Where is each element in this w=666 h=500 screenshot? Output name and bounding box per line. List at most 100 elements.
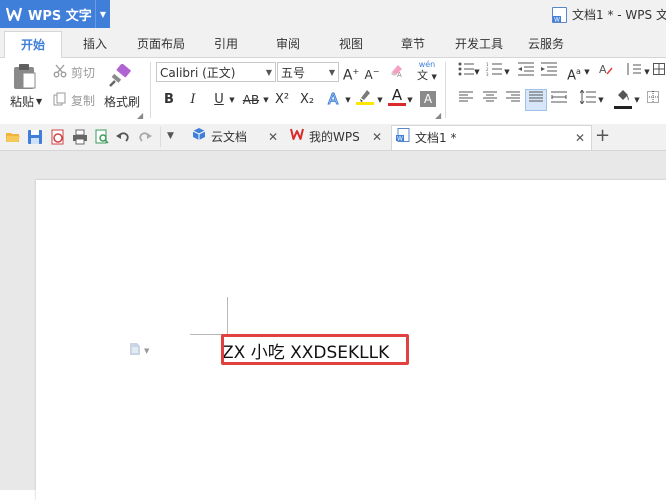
superscript-button[interactable]: X² [272,90,292,110]
paste-button[interactable]: 粘贴 ▼ [10,93,42,110]
clipboard-icon[interactable] [10,62,42,92]
distributed-align-icon[interactable] [549,90,569,110]
decrease-indent-icon[interactable] [516,62,536,82]
close-icon[interactable]: ✕ [575,126,585,150]
new-tab-plus-icon[interactable]: + [595,126,610,146]
borders-icon[interactable] [645,90,661,110]
cut-button[interactable]: 剪切 [53,64,95,81]
print-icon[interactable] [72,129,88,145]
print-preview-icon[interactable] [94,129,110,145]
cut-label: 剪切 [71,66,96,80]
line-list-icon[interactable] [622,62,644,82]
justify-icon[interactable] [525,89,547,111]
paragraph-handle[interactable]: ▼ [129,342,149,359]
document-icon [129,342,141,359]
pinyin-guide-button[interactable]: wén 文 ▼ [412,60,442,82]
numbered-list-icon[interactable]: 123 [484,62,504,82]
window-title: W 文档1 * - WPS 文字 [552,6,666,23]
font-size-value: 五号 [281,66,306,80]
align-center-icon[interactable] [480,90,500,110]
chevron-down-icon: ▼ [265,68,272,77]
chinese-layout-icon[interactable]: A [596,62,616,82]
chevron-down-icon: ▼ [144,346,150,355]
wps-logo-icon [290,125,304,149]
chevron-down-icon[interactable]: ▼ [95,0,110,28]
format-painter-icon[interactable] [108,63,136,89]
grow-font-button[interactable]: A+ [342,62,360,84]
shrink-font-label: A [364,68,373,82]
increase-indent-icon[interactable] [539,62,559,82]
align-left-icon[interactable] [456,90,476,110]
font-name-value: Calibri (正文) [160,66,236,80]
chevron-down-icon[interactable]: ▼ [583,62,591,82]
change-case-icon[interactable]: Aa [564,62,584,83]
redo-icon[interactable] [137,129,153,145]
tab-review[interactable]: 审阅 [268,31,308,57]
line-spacing-icon[interactable] [578,89,598,110]
chevron-down-icon: ▼ [36,97,43,106]
chevron-down-icon[interactable]: ▼ [228,90,236,110]
font-size-select[interactable]: 五号 ▼ [277,62,339,82]
chevron-down-icon[interactable]: ▼ [262,90,270,110]
chevron-down-icon[interactable]: ▼ [473,62,481,82]
align-right-icon[interactable] [503,90,523,110]
shrink-font-button[interactable]: A− [363,62,381,82]
app-name: WPS 文字 [28,8,92,24]
table-grid-icon[interactable] [652,62,666,82]
format-painter-button[interactable]: 格式刷 [104,93,140,110]
word-doc-icon: W [396,126,410,150]
shading-color-bar [614,106,632,109]
paste-label: 粘贴 [10,95,35,109]
export-pdf-icon[interactable] [50,129,66,145]
chevron-down-icon[interactable]: ▼ [376,90,384,110]
cube-icon [192,125,206,149]
character-shading-button[interactable]: A [420,91,436,107]
pinyin-char-icon: 文 ▼ [417,69,437,82]
save-icon[interactable] [27,129,43,145]
bold-button[interactable]: B [160,90,178,110]
chevron-down-icon[interactable]: ▼ [167,131,183,147]
separator [150,62,151,118]
copy-button[interactable]: 复制 [53,92,95,109]
underline-button[interactable]: U [210,90,228,110]
tab-chapter[interactable]: 章节 [393,31,433,57]
tab-developer[interactable]: 开发工具 [449,31,509,57]
strikethrough-button[interactable]: AB [240,90,262,110]
app-menu-button[interactable]: WPS 文字 ▼ [0,0,110,28]
highlight-button[interactable] [356,88,374,108]
font-name-select[interactable]: Calibri (正文) ▼ [156,62,276,82]
italic-button[interactable]: I [184,90,202,110]
tab-home[interactable]: 开始 [4,31,62,58]
tab-view[interactable]: 视图 [331,31,371,57]
chevron-down-icon[interactable]: ▼ [597,90,605,110]
chevron-down-icon[interactable]: ▼ [633,90,641,110]
svg-text:W: W [397,136,403,143]
tab-insert[interactable]: 插入 [72,31,118,57]
selection-highlight-box [221,334,409,365]
font-color-letter: A [391,86,403,104]
undo-icon[interactable] [115,129,131,145]
close-icon[interactable]: ✕ [268,125,278,149]
font-expand-icon[interactable]: ◢ [435,111,441,120]
tab-references[interactable]: 引用 [206,31,246,57]
chevron-down-icon[interactable]: ▼ [503,62,511,82]
tab-cloud-service[interactable]: 云服务 [522,31,570,57]
doc-tab-cloud[interactable]: 云文档 ✕ [188,125,284,149]
subscript-button[interactable]: X₂ [297,90,317,110]
chevron-down-icon[interactable]: ▼ [344,90,352,110]
wps-logo-icon [5,5,23,23]
open-folder-icon[interactable] [5,129,21,145]
font-color-button[interactable]: A [388,87,406,107]
close-icon[interactable]: ✕ [372,125,382,149]
doc-tab-document1[interactable]: W 文档1 * ✕ [391,125,592,150]
chevron-down-icon[interactable]: ▼ [643,62,651,82]
text-effect-icon[interactable]: A [327,90,343,110]
clear-format-icon[interactable]: A [388,62,406,82]
chevron-down-icon[interactable]: ▼ [406,90,414,110]
paragraph-shading-icon[interactable] [614,88,632,109]
copy-icon [53,92,67,109]
clipboard-expand-icon[interactable]: ◢ [137,111,143,120]
doc-tab-my-wps[interactable]: 我的WPS ✕ [286,125,388,149]
svg-text:A: A [599,63,607,76]
tab-page-layout[interactable]: 页面布局 [130,31,192,57]
